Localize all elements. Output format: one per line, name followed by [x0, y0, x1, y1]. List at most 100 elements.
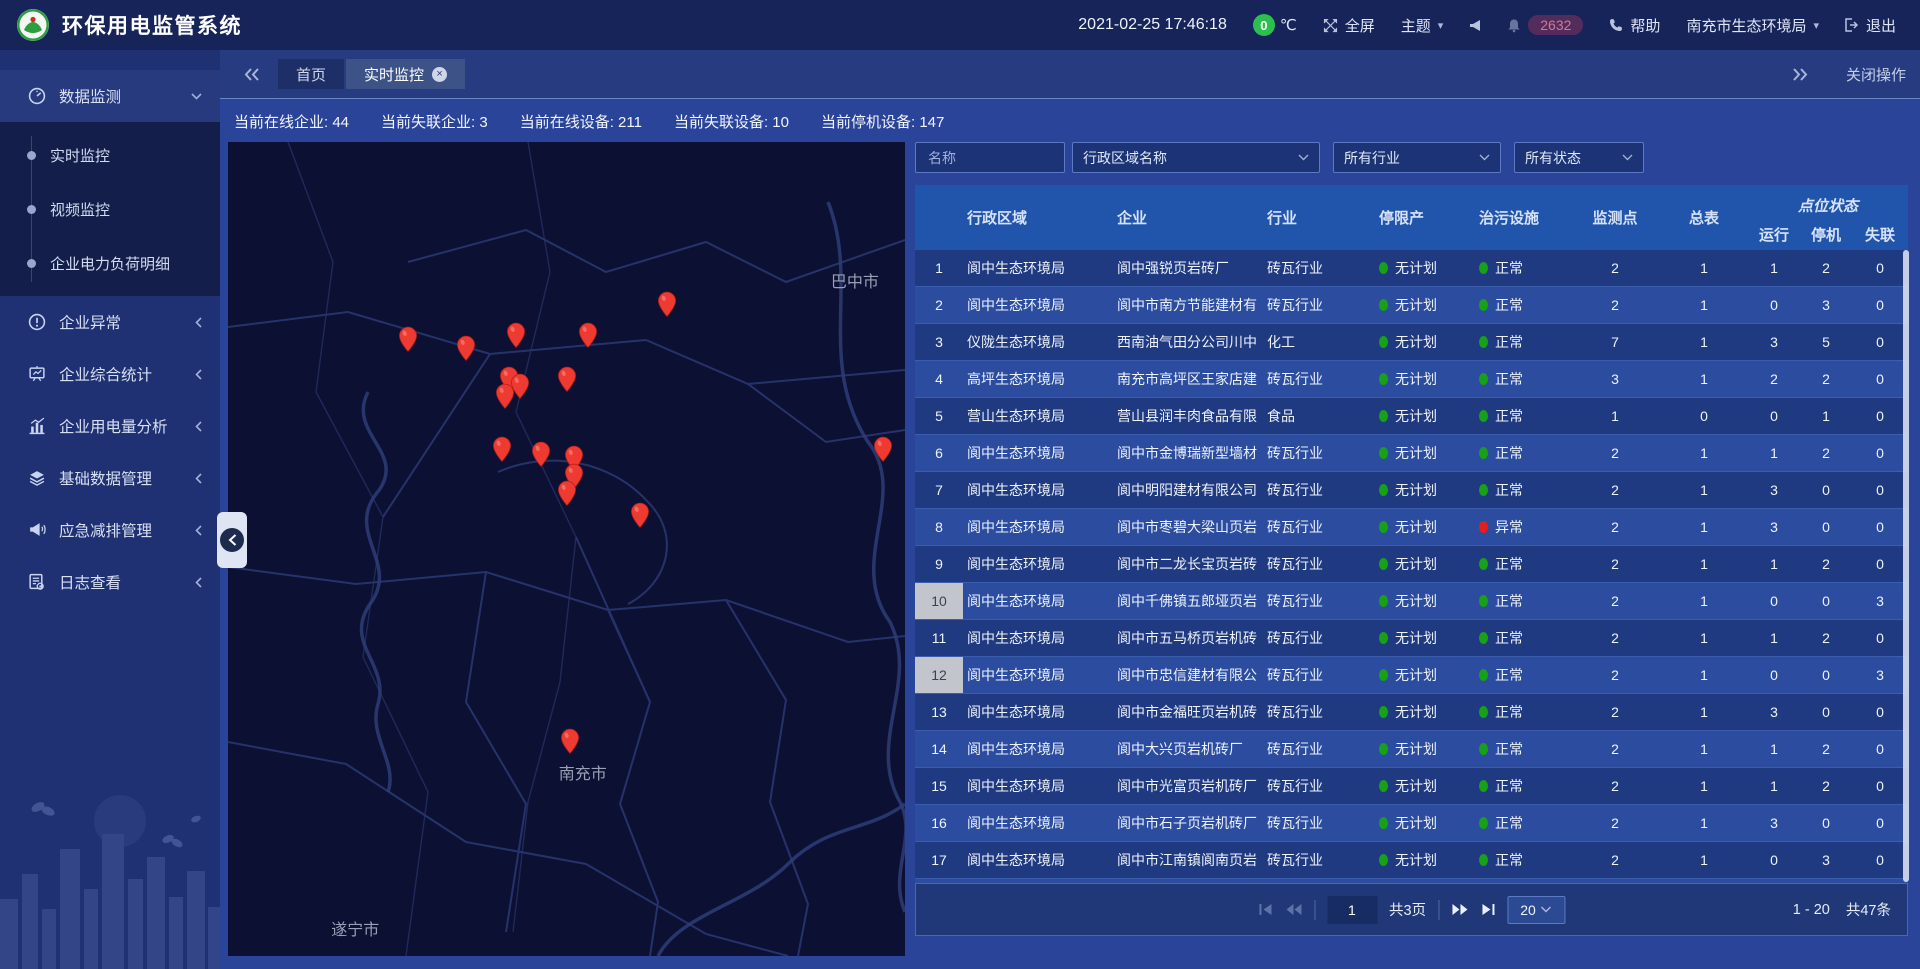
map-pin-icon[interactable]: [506, 322, 525, 349]
table-row[interactable]: 16阆中生态环境局阆中市石子页岩机砖厂砖瓦行业无计划正常21300: [915, 804, 1908, 842]
next-page-button[interactable]: [1451, 903, 1468, 916]
table-row[interactable]: 1阆中生态环境局阆中强锐页岩砖厂砖瓦行业无计划正常21120: [915, 250, 1908, 286]
status-dot-icon: [1379, 632, 1388, 644]
tab-list: 首页实时监控×: [278, 59, 465, 89]
monitor-panel: 行政区域名称 所有行业 所有状态 行政区域 企业 行业 停限产 治污设施 监测点…: [915, 142, 1908, 936]
sidebar-subitem[interactable]: 实时监控: [0, 128, 220, 182]
sidebar-item-0[interactable]: 数据监测: [0, 70, 220, 122]
name-filter-input[interactable]: [926, 149, 1054, 167]
status-dot-icon: [1479, 262, 1488, 274]
map-pin-icon[interactable]: [631, 502, 650, 529]
help-button[interactable]: 帮助: [1609, 15, 1660, 36]
table-row[interactable]: 2阆中生态环境局阆中市南方节能建材有砖瓦行业无计划正常21030: [915, 286, 1908, 324]
table-row[interactable]: 8阆中生态环境局阆中市枣碧大梁山页岩砖瓦行业无计划异常21300: [915, 508, 1908, 546]
name-filter-field[interactable]: [915, 142, 1065, 173]
sidebar-item-label: 应急减排管理: [59, 519, 195, 541]
table-row[interactable]: 4高坪生态环境局南充市高坪区王家店建砖瓦行业无计划正常31220: [915, 360, 1908, 398]
notifications-button[interactable]: 2632: [1507, 15, 1583, 35]
fullscreen-icon: [1323, 18, 1338, 33]
stat-item: 当前失联企业: 3: [381, 111, 488, 132]
map-pin-icon[interactable]: [457, 335, 476, 362]
sidebar-subitem[interactable]: 企业电力负荷明细: [0, 236, 220, 290]
status-label: 正常: [1495, 628, 1523, 648]
sidebar-item-5[interactable]: 应急减排管理: [0, 504, 220, 556]
gauge-icon: [28, 87, 46, 105]
sidebar-item-4[interactable]: 基础数据管理: [0, 452, 220, 504]
table-row[interactable]: 15阆中生态环境局阆中市光富页岩机砖厂砖瓦行业无计划正常21120: [915, 768, 1908, 804]
status-dot-icon: [1479, 817, 1488, 829]
table-row[interactable]: 17阆中生态环境局阆中市江南镇阆南页岩砖瓦行业无计划正常21030: [915, 842, 1908, 878]
close-operations-button[interactable]: 关闭操作: [1846, 64, 1906, 85]
map-pin-icon[interactable]: [558, 366, 577, 393]
chevron-down-icon: [1298, 154, 1309, 161]
status-filter-select[interactable]: 所有状态: [1514, 142, 1644, 173]
chevron-left-icon: [195, 421, 202, 432]
table-row[interactable]: 14阆中生态环境局阆中大兴页岩机砖厂砖瓦行业无计划正常21120: [915, 730, 1908, 768]
status-dot-icon: [1379, 595, 1388, 607]
tab-0[interactable]: 首页: [278, 59, 344, 89]
status-dot-icon: [1479, 669, 1488, 681]
map-city-label: 遂宁市: [331, 916, 379, 940]
map-pin-icon[interactable]: [495, 383, 514, 410]
table-row[interactable]: 6阆中生态环境局阆中市金博瑞新型墙材砖瓦行业无计划正常21120: [915, 434, 1908, 472]
map-pin-icon[interactable]: [579, 322, 598, 349]
range-label: 1 - 20: [1793, 902, 1830, 918]
prev-page-button[interactable]: [1285, 903, 1302, 916]
table-row[interactable]: 13阆中生态环境局阆中市金福旺页岩机砖砖瓦行业无计划正常21300: [915, 694, 1908, 730]
table-row[interactable]: 10阆中生态环境局阆中千佛镇五郎垭页岩砖瓦行业无计划正常21003: [915, 582, 1908, 620]
last-page-button[interactable]: [1480, 903, 1495, 916]
org-dropdown[interactable]: 南充市生态环境局 ▾: [1686, 15, 1819, 36]
table-scrollbar[interactable]: [1903, 250, 1909, 882]
status-dot-icon: [1379, 336, 1388, 348]
temperature-indicator: 0 ℃: [1253, 14, 1297, 36]
sidebar-item-2[interactable]: 企业综合统计: [0, 348, 220, 400]
sidebar-item-1[interactable]: 企业异常: [0, 296, 220, 348]
tab-1[interactable]: 实时监控×: [346, 59, 465, 89]
map-pin-icon[interactable]: [531, 441, 550, 468]
first-page-button[interactable]: [1258, 903, 1273, 916]
table-header: 行政区域 企业 行业 停限产 治污设施 监测点 总表 点位状态 运行 停机 失联: [915, 185, 1908, 250]
map-pin-icon[interactable]: [558, 480, 577, 507]
industry-filter-select[interactable]: 所有行业: [1333, 142, 1501, 173]
table-row[interactable]: 11阆中生态环境局阆中市五马桥页岩机砖砖瓦行业无计划正常21120: [915, 620, 1908, 656]
sidebar-collapse-button[interactable]: [217, 512, 247, 568]
status-dot-icon: [1379, 706, 1388, 718]
mute-button[interactable]: [1469, 19, 1481, 32]
map-pin-icon[interactable]: [560, 728, 579, 755]
sidebar-item-6[interactable]: 日志查看: [0, 556, 220, 608]
total-pages-label: 共3页: [1389, 899, 1426, 920]
status-label: 正常: [1495, 813, 1523, 833]
map-pin-icon[interactable]: [399, 326, 418, 353]
status-label: 无计划: [1395, 702, 1437, 722]
app-header: 环保用电监管系统 2021-02-25 17:46:18 0 ℃ 全屏 主题 ▾…: [0, 0, 1920, 50]
status-label: 无计划: [1395, 776, 1437, 796]
table-row[interactable]: 3仪陇生态环境局西南油气田分公司川中化工无计划正常71350: [915, 324, 1908, 360]
table-row[interactable]: 5营山生态环境局营山县润丰肉食品有限食品无计划正常10010: [915, 398, 1908, 434]
map-pin-icon[interactable]: [493, 436, 512, 463]
chevron-left-icon: [195, 577, 202, 588]
map-pin-icon[interactable]: [873, 436, 892, 463]
page-input[interactable]: [1327, 896, 1377, 924]
status-dot-icon: [1379, 854, 1388, 866]
status-label: 无计划: [1395, 332, 1437, 352]
page-size-select[interactable]: 20: [1507, 896, 1565, 924]
map[interactable]: 巴中市南充市遂宁市: [228, 142, 905, 956]
status-label: 无计划: [1395, 258, 1437, 278]
logout-button[interactable]: 退出: [1845, 15, 1896, 36]
fullscreen-button[interactable]: 全屏: [1323, 15, 1375, 36]
status-label: 无计划: [1395, 813, 1437, 833]
sidebar-item-3[interactable]: 企业用电量分析: [0, 400, 220, 452]
table-row[interactable]: 7阆中生态环境局阆中明阳建材有限公司砖瓦行业无计划正常21300: [915, 472, 1908, 508]
tabs-scroll-right-button[interactable]: [1782, 68, 1818, 81]
sidebar-subitem[interactable]: 视频监控: [0, 182, 220, 236]
table-row[interactable]: 12阆中生态环境局阆中市忠信建材有限公砖瓦行业无计划正常21003: [915, 656, 1908, 694]
map-roads: [228, 142, 905, 956]
table-row[interactable]: 9阆中生态环境局阆中市二龙长宝页岩砖砖瓦行业无计划正常21120: [915, 546, 1908, 582]
tabs-scroll-left-button[interactable]: [234, 68, 270, 81]
theme-dropdown[interactable]: 主题 ▾: [1401, 15, 1444, 36]
region-filter-select[interactable]: 行政区域名称: [1072, 142, 1320, 173]
map-pin-icon[interactable]: [657, 291, 676, 318]
col-halt: 停机: [1800, 218, 1852, 250]
tab-close-icon[interactable]: ×: [432, 67, 447, 82]
status-label: 无计划: [1395, 443, 1437, 463]
